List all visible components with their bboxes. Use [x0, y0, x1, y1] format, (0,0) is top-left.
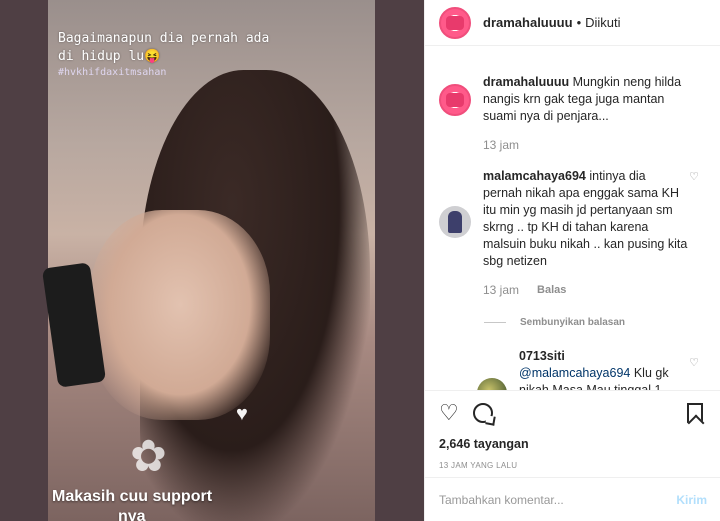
reply-row: 0713siti @malamcahaya694 Klu gk nikah Ma…: [425, 348, 720, 390]
comment-meta: 13 jam: [483, 137, 688, 154]
story-text-line2: di hidup lu: [58, 49, 145, 64]
comment-text: intinya dia pernah nikah apa enggak sama…: [483, 169, 688, 268]
comment-username[interactable]: dramahaluuuu: [483, 75, 569, 89]
heart-sticker-icon: ♥: [236, 403, 248, 425]
post-timestamp: 13 JAM YANG LALU: [439, 461, 518, 470]
send-button[interactable]: Kirim: [676, 493, 707, 507]
reply-button[interactable]: Balas: [537, 282, 566, 299]
like-heart-icon[interactable]: ♡: [689, 356, 699, 369]
bookmark-icon[interactable]: [687, 403, 703, 423]
header-separator: •: [576, 15, 582, 30]
comment-body: malamcahaya694 intinya dia pernah nikah …: [483, 168, 688, 299]
hide-replies-button[interactable]: Sembunyikan balasan: [484, 317, 720, 328]
avatar[interactable]: [439, 6, 471, 39]
story-caption-line2: nya: [118, 508, 146, 521]
avatar[interactable]: [439, 206, 471, 238]
hide-replies-label: Sembunyikan balasan: [520, 317, 626, 328]
flower-sticker-icon: ✿: [130, 432, 167, 481]
comment-time[interactable]: 13 jam: [483, 282, 519, 299]
comment-username[interactable]: malamcahaya694: [483, 169, 586, 183]
video-letterbox-left: [0, 0, 48, 521]
comment-input[interactable]: [439, 492, 677, 507]
comment-time[interactable]: 13 jam: [483, 137, 519, 154]
header-username[interactable]: dramahaluuuu: [483, 15, 573, 30]
add-comment-bar: Kirim: [425, 477, 720, 521]
view-count[interactable]: 2,646 tayangan: [439, 437, 707, 451]
story-video[interactable]: Bagaimanapun dia pernah ada di hidup lu😝…: [0, 0, 424, 521]
action-bar: ♡ 2,646 tayangan 13 JAM YANG LALU: [425, 390, 720, 470]
story-emoji: 😝: [144, 49, 161, 64]
post-side-panel: dramahaluuuu • Diikuti dramahaluuuu Mung…: [424, 0, 720, 521]
post-header: dramahaluuuu • Diikuti: [425, 0, 720, 46]
video-subject-hand: [90, 210, 270, 420]
video-letterbox-right: [375, 0, 424, 521]
divider: [484, 322, 506, 323]
like-heart-icon[interactable]: ♡: [689, 170, 699, 183]
story-text-line1: Bagaimanapun dia pernah ada: [58, 31, 270, 46]
comment-icon[interactable]: [472, 403, 493, 423]
story-caption: Makasih cuu support nya: [52, 487, 212, 521]
follow-status-button[interactable]: Diikuti: [585, 15, 620, 30]
comment-username[interactable]: 0713siti: [519, 349, 565, 363]
comment-row: malamcahaya694 intinya dia pernah nikah …: [425, 168, 720, 299]
action-icons: ♡: [439, 401, 707, 425]
comment-body: 0713siti @malamcahaya694 Klu gk nikah Ma…: [519, 348, 684, 390]
avatar[interactable]: [439, 84, 471, 116]
comment-list[interactable]: dramahaluuuu Mungkin neng hilda nangis k…: [425, 60, 720, 390]
caption-comment: dramahaluuuu Mungkin neng hilda nangis k…: [425, 60, 720, 154]
like-heart-icon[interactable]: ♡: [439, 402, 459, 424]
story-hashtag: #hvkhifdaxitmsahan: [58, 67, 167, 78]
comment-body: dramahaluuuu Mungkin neng hilda nangis k…: [483, 74, 688, 154]
avatar[interactable]: [477, 378, 507, 390]
story-text-line2-wrap: di hidup lu😝: [58, 48, 358, 66]
reply-mention[interactable]: @malamcahaya694: [519, 366, 630, 380]
story-caption-line1: Makasih cuu support: [52, 488, 213, 505]
comment-meta: 13 jam Balas: [483, 282, 688, 299]
story-overlay-text: Bagaimanapun dia pernah ada di hidup lu😝: [58, 30, 358, 66]
